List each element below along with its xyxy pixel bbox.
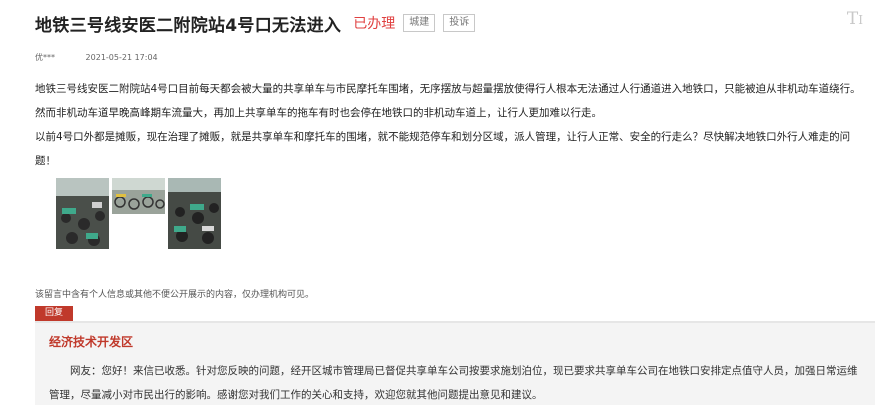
content-paragraph: 以前4号口外都是摊贩，现在治理了摊贩，就是共享单车和摩托车的围堵，就不能规范停车… <box>35 131 851 167</box>
scooters-photo-icon <box>168 178 221 249</box>
reply-text: 网友：您好！来信已收悉。针对您反映的问题，经开区城市管理局已督促共享单车公司按要… <box>49 365 858 401</box>
message-content: 地铁三号线安医二附院站4号口目前每天都会被大量的共享单车与市民摩托车围堵，无序摆… <box>35 77 865 173</box>
reply-organization: 经济技术开发区 <box>49 335 134 349</box>
photo-gallery <box>56 178 221 250</box>
reply-section: 经济技术开发区 网友：您好！来信已收悉。针对您反映的问题，经开区城市管理局已督促… <box>35 321 875 405</box>
post-meta: 优*** 2021-05-21 17:04 <box>35 52 158 63</box>
type-tag[interactable]: 投诉 <box>443 14 476 32</box>
post-date: 2021-05-21 17:04 <box>85 53 158 62</box>
category-tag[interactable]: 城建 <box>403 14 436 32</box>
photo-thumbnail[interactable] <box>112 178 165 214</box>
photo-thumbnail[interactable] <box>56 178 109 249</box>
reply-badge: 回复 <box>35 306 73 321</box>
page-title: 地铁三号线安医二附院站4号口无法进入 <box>35 15 342 36</box>
author-name: 优*** <box>35 53 55 62</box>
photo-thumbnail[interactable] <box>168 178 221 249</box>
title-row: 地铁三号线安医二附院站4号口无法进入 已办理 城建 投诉 <box>35 11 476 36</box>
bikes-photo-icon <box>112 178 165 214</box>
font-size-icon[interactable]: TI <box>847 9 863 29</box>
status-label: 已办理 <box>353 16 396 32</box>
content-paragraph: 地铁三号线安医二附院站4号口目前每天都会被大量的共享单车与市民摩托车围堵，无序摆… <box>35 83 861 119</box>
privacy-disclaimer: 该留言中含有个人信息或其他不便公开展示的内容，仅办理机构可见。 <box>35 290 315 300</box>
scooters-photo-icon <box>56 178 109 249</box>
